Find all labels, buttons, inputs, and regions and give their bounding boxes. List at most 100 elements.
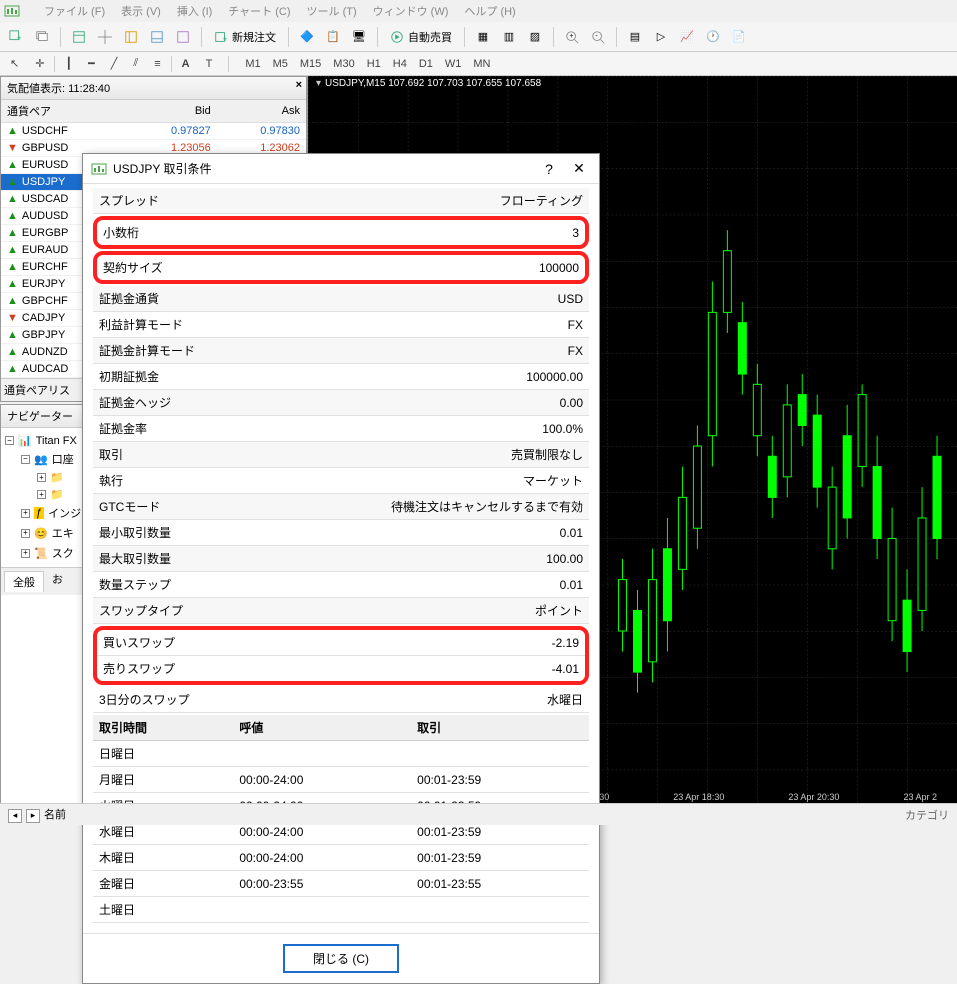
spec-row: 最小取引数量0.01 [93,520,589,546]
nav-tab-all[interactable]: 全般 [4,571,44,592]
col-ask[interactable]: Ask [217,100,306,123]
zoom-out-button[interactable]: - [586,25,610,49]
menu-window[interactable]: ウィンドウ (W) [373,3,449,19]
chart-icon [91,161,107,177]
symbol-row[interactable]: ▲USDCHF0.978270.97830 [1,123,306,140]
tree-expand-icon[interactable]: + [21,529,30,538]
scroll-right-icon[interactable]: ▸ [26,809,40,823]
chartshift-button[interactable]: ▷ [649,25,673,49]
timeframe-M5[interactable]: M5 [267,56,294,72]
swap-highlight: 買いスワップ-2.19 売りスワップ-4.01 [93,626,589,685]
spec-row: 証拠金計算モードFX [93,338,589,364]
menu-chart[interactable]: チャート (C) [228,3,290,19]
new-order-button[interactable]: +新規注文 [208,25,282,49]
tree-collapse-icon[interactable]: − [21,455,30,464]
menu-bar: ファイル (F) 表示 (V) 挿入 (I) チャート (C) ツール (T) … [0,0,957,22]
terminal-toggle[interactable] [145,25,169,49]
hline-tool[interactable]: ━ [82,55,101,72]
crosshair-tool[interactable]: ✛ [29,55,50,72]
app-icon [4,3,20,19]
metaquotes-button[interactable]: 🔷 [295,25,319,49]
menu-file[interactable]: ファイル (F) [44,3,105,19]
vline-tool[interactable]: ┃ [59,55,78,72]
help-button[interactable]: ? [537,161,561,177]
close-dialog-button[interactable]: 閉じる (C) [283,944,399,973]
col-bid[interactable]: Bid [127,100,216,123]
nav-tab-fav[interactable]: お [52,571,63,592]
drawing-toolbar: ↖ ✛ ┃ ━ ╱ ⫽ ≡ A T M1M5M15M30H1H4D1W1MN [0,52,957,76]
schedule-row: 木曜日00:00-24:0000:01-23:59 [93,845,589,871]
autoscroll-button[interactable]: ▤ [623,25,647,49]
col-pair[interactable]: 通貨ペア [1,100,127,123]
timeframe-MN[interactable]: MN [467,56,496,72]
market-watch-time: 11:28:40 [68,83,110,95]
marketwatch-toggle[interactable] [67,25,91,49]
schedule-row: 月曜日00:00-24:0000:01-23:59 [93,767,589,793]
timeframe-D1[interactable]: D1 [413,56,439,72]
new-chart-button[interactable]: + [4,25,28,49]
navigator-toggle[interactable] [119,25,143,49]
timeframe-M1[interactable]: M1 [239,56,266,72]
timeframe-H1[interactable]: H1 [361,56,387,72]
tree-collapse-icon[interactable]: − [5,436,14,445]
fibo-tool[interactable]: ≡ [148,56,166,72]
svg-text:+: + [569,32,573,39]
menu-tool[interactable]: ツール (T) [307,3,357,19]
periodicity-button[interactable]: 🕐 [701,25,725,49]
main-toolbar: + +新規注文 🔷 📋 🖥 自動売買 ▦ ▥ ▨ + - ▤ ▷ 📈 🕐 📄 [0,22,957,52]
time-label: 23 Apr 2 [903,792,937,802]
menu-help[interactable]: ヘルプ (H) [464,3,515,19]
label-tool[interactable]: T [200,56,219,72]
bar-chart-button[interactable]: ▦ [471,25,495,49]
tree-expand-icon[interactable]: + [21,509,30,518]
crosshair-button[interactable] [93,25,117,49]
templates-button[interactable]: 📄 [727,25,751,49]
timeframe-M15[interactable]: M15 [294,56,327,72]
zoom-in-button[interactable]: + [560,25,584,49]
nav-account-root[interactable]: Titan FX [36,435,77,447]
indicators-button[interactable]: 📈 [675,25,699,49]
digits-highlight: 小数桁3 [93,216,589,249]
menu-insert[interactable]: 挿入 (I) [177,3,212,19]
candle-chart-button[interactable]: ▥ [497,25,521,49]
signals-button[interactable]: 📋 [321,25,345,49]
specification-dialog: USDJPY 取引条件 ? ✕ スプレッドフローティング 小数桁3 契約サイズ1… [82,153,600,984]
spec-row: 証拠金率100.0% [93,416,589,442]
menu-view[interactable]: 表示 (V) [121,3,161,19]
schedule-row: 土曜日 [93,897,589,923]
timeframe-M30[interactable]: M30 [327,56,360,72]
trendline-tool[interactable]: ╱ [105,55,124,72]
profiles-button[interactable] [30,25,54,49]
spec-row: 最大取引数量100.00 [93,546,589,572]
dialog-title: USDJPY 取引条件 [113,160,531,177]
spec-row: 初期証拠金100000.00 [93,364,589,390]
schedule-row: 金曜日00:00-23:5500:01-23:55 [93,871,589,897]
line-chart-button[interactable]: ▨ [523,25,547,49]
scroll-left-icon[interactable]: ◂ [8,809,22,823]
strategy-tester-toggle[interactable] [171,25,195,49]
timeframe-H4[interactable]: H4 [387,56,413,72]
tree-expand-icon[interactable]: + [37,490,46,499]
text-tool[interactable]: A [176,56,196,72]
chart-dropdown-icon[interactable]: ▾ [316,78,321,89]
cursor-tool[interactable]: ↖ [4,55,25,72]
schedule-row: 日曜日 [93,741,589,767]
nav-account[interactable]: 口座 [52,451,74,467]
timeframe-W1[interactable]: W1 [439,56,468,72]
svg-text:+: + [223,34,228,43]
tree-expand-icon[interactable]: + [21,549,30,558]
spec-row: 証拠金ヘッジ0.00 [93,390,589,416]
close-button[interactable]: ✕ [567,160,591,177]
close-icon[interactable]: × [296,79,302,91]
chart-title-bar: ▾USDJPY,M15 107.692 107.703 107.655 107.… [316,78,541,89]
mw-tab-symbols[interactable]: 通貨ペアリス [4,385,70,397]
nav-scripts[interactable]: スク [52,545,74,561]
autotrading-button[interactable]: 自動売買 [384,25,458,49]
channel-tool[interactable]: ⫽ [127,55,144,72]
spec-row: 数量ステップ0.01 [93,572,589,598]
nav-indicators[interactable]: インジ [48,505,81,521]
status-bar: ◂▸名前 カテゴリ [0,803,957,825]
vps-button[interactable]: 🖥 [347,25,371,49]
nav-ea[interactable]: エキ [52,525,74,541]
tree-expand-icon[interactable]: + [37,473,46,482]
